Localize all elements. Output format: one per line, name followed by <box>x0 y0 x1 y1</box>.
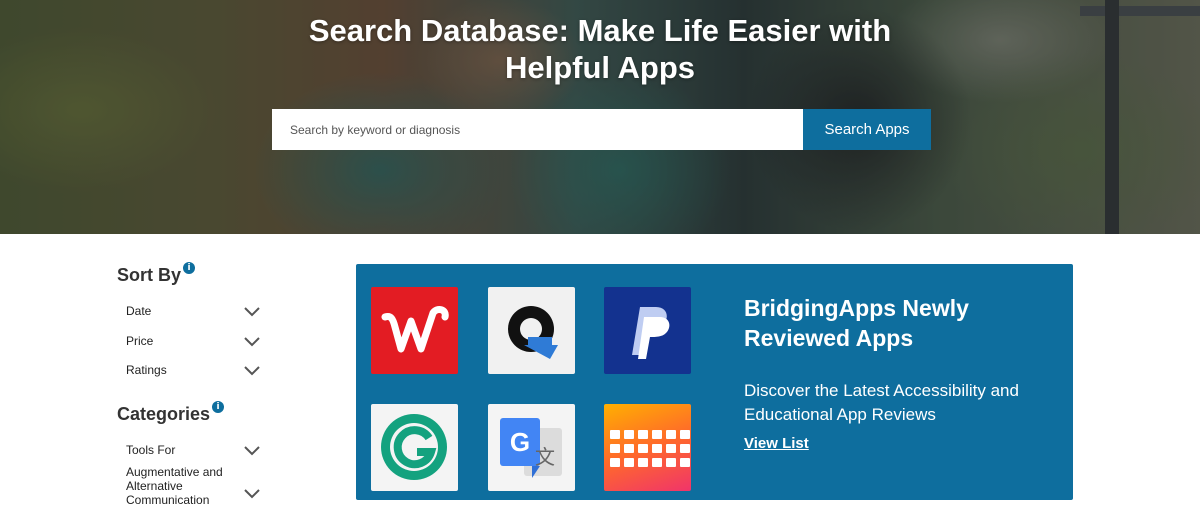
page-title: Search Database: Make Life Easier with H… <box>0 12 1200 86</box>
chevron-down-icon[interactable] <box>244 363 260 379</box>
search-input[interactable]: Search by keyword or diagnosis <box>272 109 803 150</box>
paypal-icon[interactable] <box>604 287 691 374</box>
page-title-line-2: Helpful Apps <box>504 50 695 85</box>
chevron-down-icon[interactable] <box>244 443 260 459</box>
sort-option-label: Date <box>126 304 152 318</box>
keyboard-glyph <box>610 430 690 467</box>
walgreens-w-glyph <box>381 306 449 353</box>
walgreens-icon[interactable] <box>371 287 458 374</box>
keyboard-app-icon[interactable] <box>604 404 691 491</box>
google-translate-glyph: G 文 <box>500 418 562 478</box>
paypal-p-glyph <box>632 307 670 359</box>
category-label: Tools For <box>126 443 176 457</box>
search-placeholder: Search by keyword or diagnosis <box>290 122 461 137</box>
info-icon[interactable]: i <box>183 262 196 274</box>
svg-text:G: G <box>510 427 530 457</box>
search-apps-button[interactable]: Search Apps <box>803 109 931 150</box>
sort-option-label: Price <box>126 334 154 348</box>
grammarly-glyph <box>381 414 447 480</box>
category-aac[interactable]: Augmentative and Alternative Communicati… <box>126 465 236 507</box>
categories-heading: Categories i <box>117 401 225 425</box>
panel-title: BridgingApps Newly Reviewed Apps <box>744 295 969 351</box>
info-icon[interactable]: i <box>212 401 225 413</box>
sort-option-label: Ratings <box>126 363 167 377</box>
page-title-line-1: Search Database: Make Life Easier with <box>308 13 892 48</box>
speech-bubble-app-icon[interactable] <box>488 287 575 374</box>
sort-by-label: Sort By <box>117 265 182 285</box>
view-list-link[interactable]: View List <box>744 435 809 452</box>
chevron-down-icon[interactable] <box>244 304 260 320</box>
category-label: Augmentative and Alternative Communicati… <box>126 465 223 507</box>
categories-label: Categories <box>117 404 211 424</box>
hero-banner: Search Database: Make Life Easier with H… <box>0 0 1200 234</box>
svg-text:文: 文 <box>535 445 555 469</box>
sort-by-heading: Sort By i <box>117 262 196 286</box>
chevron-down-icon[interactable] <box>244 334 260 350</box>
grammarly-icon[interactable] <box>371 404 458 491</box>
speech-bubble-glyph <box>508 306 558 359</box>
google-translate-icon[interactable]: G 文 <box>488 404 575 491</box>
panel-description: Discover the Latest Accessibility and Ed… <box>744 381 1019 424</box>
